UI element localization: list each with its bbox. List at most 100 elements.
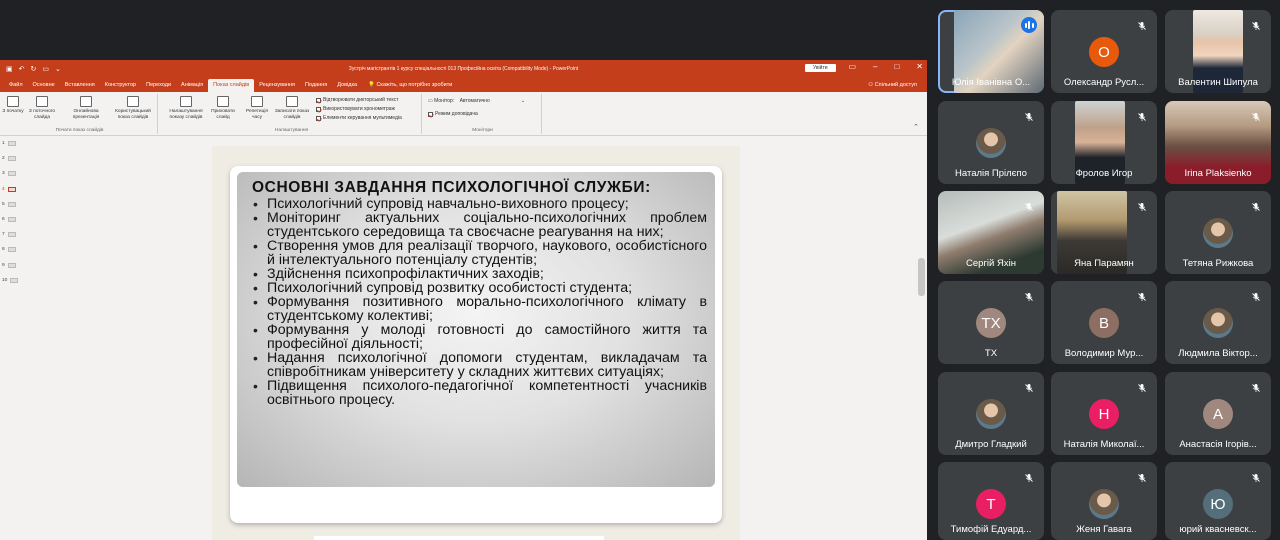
slide-thumb[interactable]: 3 [0, 166, 24, 181]
presenter-view-checkbox[interactable]: Режим доповідача [428, 111, 478, 117]
avatar: Н [1089, 399, 1119, 429]
slide-thumb[interactable]: 10 [0, 273, 24, 288]
setup-slideshow-button[interactable]: Налаштування показу слайдів [164, 96, 208, 120]
participant-tile[interactable]: Валентин Шипула [1165, 10, 1271, 93]
tell-me-search[interactable]: 💡 Скажіть, що потрібно зробити [362, 79, 458, 92]
ribbon-tabs: Файл Основне Вставлення Конструктор Пере… [0, 77, 927, 92]
speaking-indicator-icon [1021, 17, 1037, 33]
mic-off-icon [1137, 470, 1147, 482]
participant-tile[interactable]: Людмила Віктор... [1165, 281, 1271, 364]
mic-off-icon [1251, 289, 1261, 301]
mic-off-icon [1251, 199, 1261, 211]
participant-tile[interactable]: О Олександр Русл... [1051, 10, 1157, 93]
stopwatch-icon [251, 96, 263, 107]
participant-name: Валентин Шипула [1178, 77, 1258, 88]
timings-checkbox[interactable]: Використовувати хронометраж [316, 106, 395, 112]
slide-thumb[interactable]: 5 [0, 197, 24, 212]
avatar [1089, 489, 1119, 519]
list-item: Психологічний супровід навчально-виховно… [252, 197, 707, 211]
tab-file[interactable]: Файл [4, 79, 28, 92]
participant-tile[interactable]: Женя Гавага [1051, 462, 1157, 540]
tab-design[interactable]: Конструктор [100, 79, 141, 92]
present-online-icon [80, 96, 92, 107]
slide-thumb[interactable]: 8 [0, 242, 24, 257]
share-button[interactable]: ⚇ Спільний доступ [868, 82, 917, 88]
participant-name: Людмила Віктор... [1178, 348, 1258, 359]
setup-icon [180, 96, 192, 107]
participant-tile[interactable]: Дмитро Гладкий [938, 372, 1044, 455]
slide-thumb[interactable]: 9 [0, 258, 24, 273]
tab-insert[interactable]: Вставлення [60, 79, 100, 92]
avatar: О [1089, 37, 1119, 67]
participant-tile[interactable]: ТХ ТХ [938, 281, 1044, 364]
record-icon [286, 96, 298, 107]
list-item: Надання психологічної допомоги студентам… [252, 351, 707, 379]
close-icon[interactable]: ✕ [916, 62, 923, 71]
mic-off-icon [1024, 470, 1034, 482]
slide-thumb[interactable]: 6 [0, 212, 24, 227]
group-label-setup: Налаштування [274, 128, 309, 133]
participant-tile[interactable]: Н Наталія Миколаї... [1051, 372, 1157, 455]
minimize-icon[interactable]: – [873, 62, 877, 71]
sign-in-button[interactable]: Увійти [805, 64, 836, 72]
participant-tile[interactable]: Яна Парамян [1051, 191, 1157, 274]
mic-off-icon [1137, 109, 1147, 121]
collapse-ribbon-icon[interactable]: ⌃ [913, 123, 919, 131]
tab-view[interactable]: Подання [300, 79, 332, 92]
ribbon-slide-show: З початку З поточного слайда Онлайнова п… [0, 92, 927, 136]
participant-tile[interactable]: Ююрий квасневск... [1165, 462, 1271, 540]
narrations-checkbox[interactable]: Відтворювати дикторський текст [316, 97, 398, 103]
monitor-select[interactable]: ▭ Монітор: Автоматично ⌄ [428, 98, 525, 104]
mic-off-icon [1024, 380, 1034, 392]
tab-animations[interactable]: Анімація [176, 79, 208, 92]
participant-tile[interactable]: Т Тимофій Едуард... [938, 462, 1044, 540]
group-monitors: ▭ Монітор: Автоматично ⌄ Режим доповідач… [424, 94, 542, 134]
tab-review[interactable]: Рецензування [254, 79, 300, 92]
mic-off-icon [1024, 289, 1034, 301]
mic-off-icon [1137, 289, 1147, 301]
avatar [1203, 308, 1233, 338]
participant-name: Анастасія Ігорів... [1179, 439, 1257, 450]
slide-thumb[interactable]: 1 [0, 136, 24, 151]
list-item: Здійснення психопрофілактичних заходів; [252, 267, 707, 281]
custom-show-button[interactable]: Користувацький показ слайдів [110, 96, 156, 120]
slide-thumb[interactable]: 7 [0, 227, 24, 242]
group-label-start: Почати показ слайдів [55, 128, 104, 133]
list-item: Формування у молоді готовності до самост… [252, 323, 707, 351]
group-setup: Налаштування показу слайдів Приховати сл… [162, 94, 422, 134]
maximize-icon[interactable]: □ [894, 62, 899, 71]
participant-tile[interactable]: Сергій Яхін [938, 191, 1044, 274]
present-online-button[interactable]: Онлайнова презентація [64, 96, 108, 120]
participant-tile[interactable]: В Володимир Мур... [1051, 281, 1157, 364]
list-item: Формування позитивного морально-психолог… [252, 295, 707, 323]
participant-name: Наталія Прілєпо [955, 168, 1027, 179]
tab-slide-show[interactable]: Показ слайдів [208, 79, 255, 92]
hide-slide-button[interactable]: Приховати слайд [208, 96, 238, 120]
participant-tile[interactable]: Юлія Іванівна О... [938, 10, 1044, 93]
participant-name: Наталія Миколаї... [1063, 439, 1145, 450]
from-current-button[interactable]: З поточного слайда [26, 96, 58, 120]
tab-home[interactable]: Основне [28, 79, 60, 92]
participant-tile[interactable]: Тетяна Рижкова [1165, 191, 1271, 274]
ribbon-display-icon[interactable]: ▭ [848, 62, 856, 71]
mic-off-icon [1251, 18, 1261, 30]
avatar: Ю [1203, 489, 1233, 519]
participant-tile[interactable]: Irina Plaksienko [1165, 101, 1271, 184]
tab-transitions[interactable]: Переходи [141, 79, 176, 92]
participant-tile[interactable]: А Анастасія Ігорів... [1165, 372, 1271, 455]
participant-tile[interactable]: Наталія Прілєпо [938, 101, 1044, 184]
mic-off-icon [1024, 109, 1034, 121]
checkbox-icon [316, 106, 321, 112]
slide-content[interactable]: ОСНОВНІ ЗАВДАННЯ ПСИХОЛОГІЧНОЇ СЛУЖБИ: П… [237, 172, 715, 487]
slide-thumb-active[interactable]: 4 [0, 182, 24, 197]
rehearse-timings-button[interactable]: Репетиція часу [242, 96, 272, 120]
participant-name: Тимофій Едуард... [950, 524, 1032, 535]
media-controls-checkbox[interactable]: Елементи керування мультимедіа [316, 115, 402, 121]
avatar: В [1089, 308, 1119, 338]
slide-thumb[interactable]: 2 [0, 151, 24, 166]
tab-help[interactable]: Довідка [332, 79, 362, 92]
from-beginning-button[interactable]: З початку [2, 96, 24, 115]
record-slideshow-button[interactable]: Записати показ слайдів [272, 96, 312, 120]
participant-tile[interactable]: Фролов Игор [1051, 101, 1157, 184]
vertical-scrollbar[interactable] [918, 258, 925, 296]
